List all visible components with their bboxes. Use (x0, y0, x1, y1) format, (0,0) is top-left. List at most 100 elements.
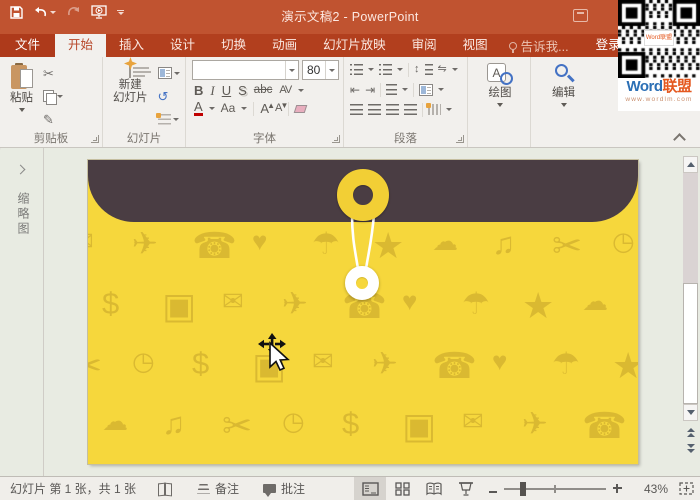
notes-button[interactable]: 备注 (185, 477, 251, 500)
tab-design[interactable]: 设计 (157, 34, 208, 57)
tab-slideshow[interactable]: 幻灯片放映 (310, 34, 399, 57)
spacing-caret[interactable] (298, 89, 305, 92)
font-name-combo[interactable] (192, 60, 299, 80)
reset-button[interactable]: ↺ (156, 86, 182, 106)
line-spacing-icon[interactable]: ↕ (414, 64, 420, 75)
numbering-icon[interactable] (379, 64, 392, 75)
columns-icon[interactable] (386, 84, 398, 95)
layout-button[interactable] (156, 63, 182, 83)
tab-animations[interactable]: 动画 (259, 34, 310, 57)
group-slides: 新建 幻灯片 ↺ 幻灯片 (103, 57, 186, 147)
font-color-caret[interactable] (208, 107, 215, 110)
next-slide-button[interactable] (685, 443, 696, 455)
collapse-ribbon-icon[interactable] (674, 133, 686, 141)
cut-button[interactable]: ✂ (41, 63, 65, 83)
font-size-combo[interactable]: 80 (302, 60, 339, 80)
align-text-icon[interactable] (419, 83, 434, 96)
font-name-caret[interactable] (285, 61, 298, 79)
tab-review[interactable]: 审阅 (399, 34, 450, 57)
paragraph-dialog-launcher[interactable] (456, 135, 464, 143)
clear-formatting-icon[interactable] (294, 104, 308, 113)
character-spacing-button[interactable]: AV (279, 83, 292, 98)
section-button[interactable] (155, 109, 182, 129)
text-direction-caret[interactable] (451, 68, 458, 71)
tab-file[interactable]: 文件 (0, 34, 56, 57)
editing-caret[interactable] (560, 103, 567, 107)
editing-button[interactable]: 编辑 (548, 61, 580, 130)
tab-transitions[interactable]: 切换 (208, 34, 259, 57)
font-size-caret[interactable] (325, 61, 338, 79)
tab-insert[interactable]: 插入 (106, 34, 157, 57)
slide-sorter-view-button[interactable] (386, 477, 418, 500)
group-font: 80 B I U S abc AV A Aa A ▲ A ▼ 字体 (186, 57, 344, 147)
change-case-button[interactable]: Aa (221, 101, 236, 116)
align-text-caret[interactable] (438, 88, 445, 91)
expand-panel-chevron-icon[interactable] (15, 164, 26, 175)
normal-view-button[interactable] (354, 477, 386, 500)
slide-number-indicator[interactable]: 幻灯片 第 1 张，共 1 张 (0, 480, 146, 497)
smartart-convert-icon[interactable] (426, 103, 441, 115)
numbering-caret[interactable] (397, 68, 403, 71)
slide-canvas[interactable]: ✉✈☎♥☂★☁♫✂◷$▣✉✈☎♥☂★☁♫✂◷$▣✉✈☎♥☂★☁♫✂◷$▣✉✈☎♥ (88, 160, 638, 464)
change-case-caret[interactable] (241, 107, 248, 110)
spell-check-button[interactable] (146, 477, 185, 500)
align-left-icon[interactable] (350, 104, 363, 115)
format-painter-button[interactable]: ✎ (41, 109, 65, 129)
tell-me-box[interactable]: 告诉我... (501, 34, 577, 57)
strikethrough-button[interactable]: abc (254, 83, 273, 98)
justify-icon[interactable] (404, 104, 417, 115)
font-color-button[interactable]: A (194, 100, 203, 116)
zoom-out-button[interactable] (482, 482, 504, 496)
scroll-up-button[interactable] (683, 156, 698, 173)
paste-dropdown-caret[interactable] (18, 108, 25, 112)
slideshow-view-button[interactable] (450, 477, 482, 500)
shrink-font-button[interactable]: A ▼ (275, 101, 288, 116)
tab-view[interactable]: 视图 (450, 34, 501, 57)
new-slide-icon (124, 57, 152, 78)
bullets-caret[interactable] (368, 68, 374, 71)
previous-slide-button[interactable] (685, 427, 696, 439)
section-icon (155, 112, 171, 125)
zoom-slider-thumb[interactable] (520, 482, 526, 496)
smartart-caret[interactable] (446, 108, 452, 111)
font-dialog-launcher[interactable] (332, 135, 340, 143)
align-center-icon[interactable] (368, 104, 381, 115)
new-slide-button[interactable]: 新建 幻灯片 (109, 57, 152, 130)
underline-button[interactable]: U (222, 83, 231, 98)
copy-button[interactable] (41, 86, 65, 106)
zoom-percentage[interactable]: 43% (628, 482, 672, 496)
clipboard-dialog-launcher[interactable] (91, 135, 99, 143)
comments-button[interactable]: 批注 (251, 477, 317, 500)
thumbnail-panel-label: 缩略图 (16, 192, 30, 237)
bold-button[interactable]: B (194, 83, 203, 98)
bullets-icon[interactable] (350, 64, 363, 75)
columns-caret[interactable] (402, 88, 409, 91)
paste-icon (10, 63, 33, 90)
scrollbar-thumb[interactable] (683, 283, 698, 404)
fit-to-window-button[interactable] (672, 477, 700, 500)
zoom-slider[interactable] (504, 477, 606, 500)
copy-icon (43, 89, 57, 105)
scrollbar-track[interactable] (683, 173, 698, 283)
scroll-down-button[interactable] (683, 404, 698, 421)
ribbon-display-options-icon[interactable] (573, 9, 588, 22)
spellcheck-book-icon (158, 482, 173, 495)
reading-view-button[interactable] (418, 477, 450, 500)
decrease-indent-icon[interactable]: ⇤ (350, 84, 360, 96)
text-direction-icon[interactable]: ⇋ (438, 64, 447, 75)
italic-button[interactable]: I (210, 83, 214, 98)
slide-workspace: 缩略图 ✉✈☎♥☂★☁♫✂◷$▣✉✈☎♥☂★☁♫✂◷$▣✉✈☎♥☂★☁♫✂◷$▣… (0, 148, 700, 476)
zoom-in-button[interactable] (606, 482, 628, 496)
slides-group-label: 幻灯片 (126, 133, 162, 145)
grow-font-button[interactable]: A ▲ (260, 101, 275, 116)
increase-indent-icon[interactable]: ⇥ (365, 84, 375, 96)
editing-label: 编辑 (552, 87, 575, 99)
align-right-icon[interactable] (386, 104, 399, 115)
envelope-bottom-button[interactable] (345, 266, 379, 300)
paste-button[interactable]: 粘贴 (6, 61, 37, 130)
tab-home[interactable]: 开始 (55, 34, 107, 57)
drawing-caret[interactable] (497, 103, 503, 107)
text-shadow-button[interactable]: S (238, 83, 247, 98)
envelope-top-button[interactable] (337, 169, 389, 221)
drawing-button[interactable]: A 绘图 (483, 61, 517, 130)
